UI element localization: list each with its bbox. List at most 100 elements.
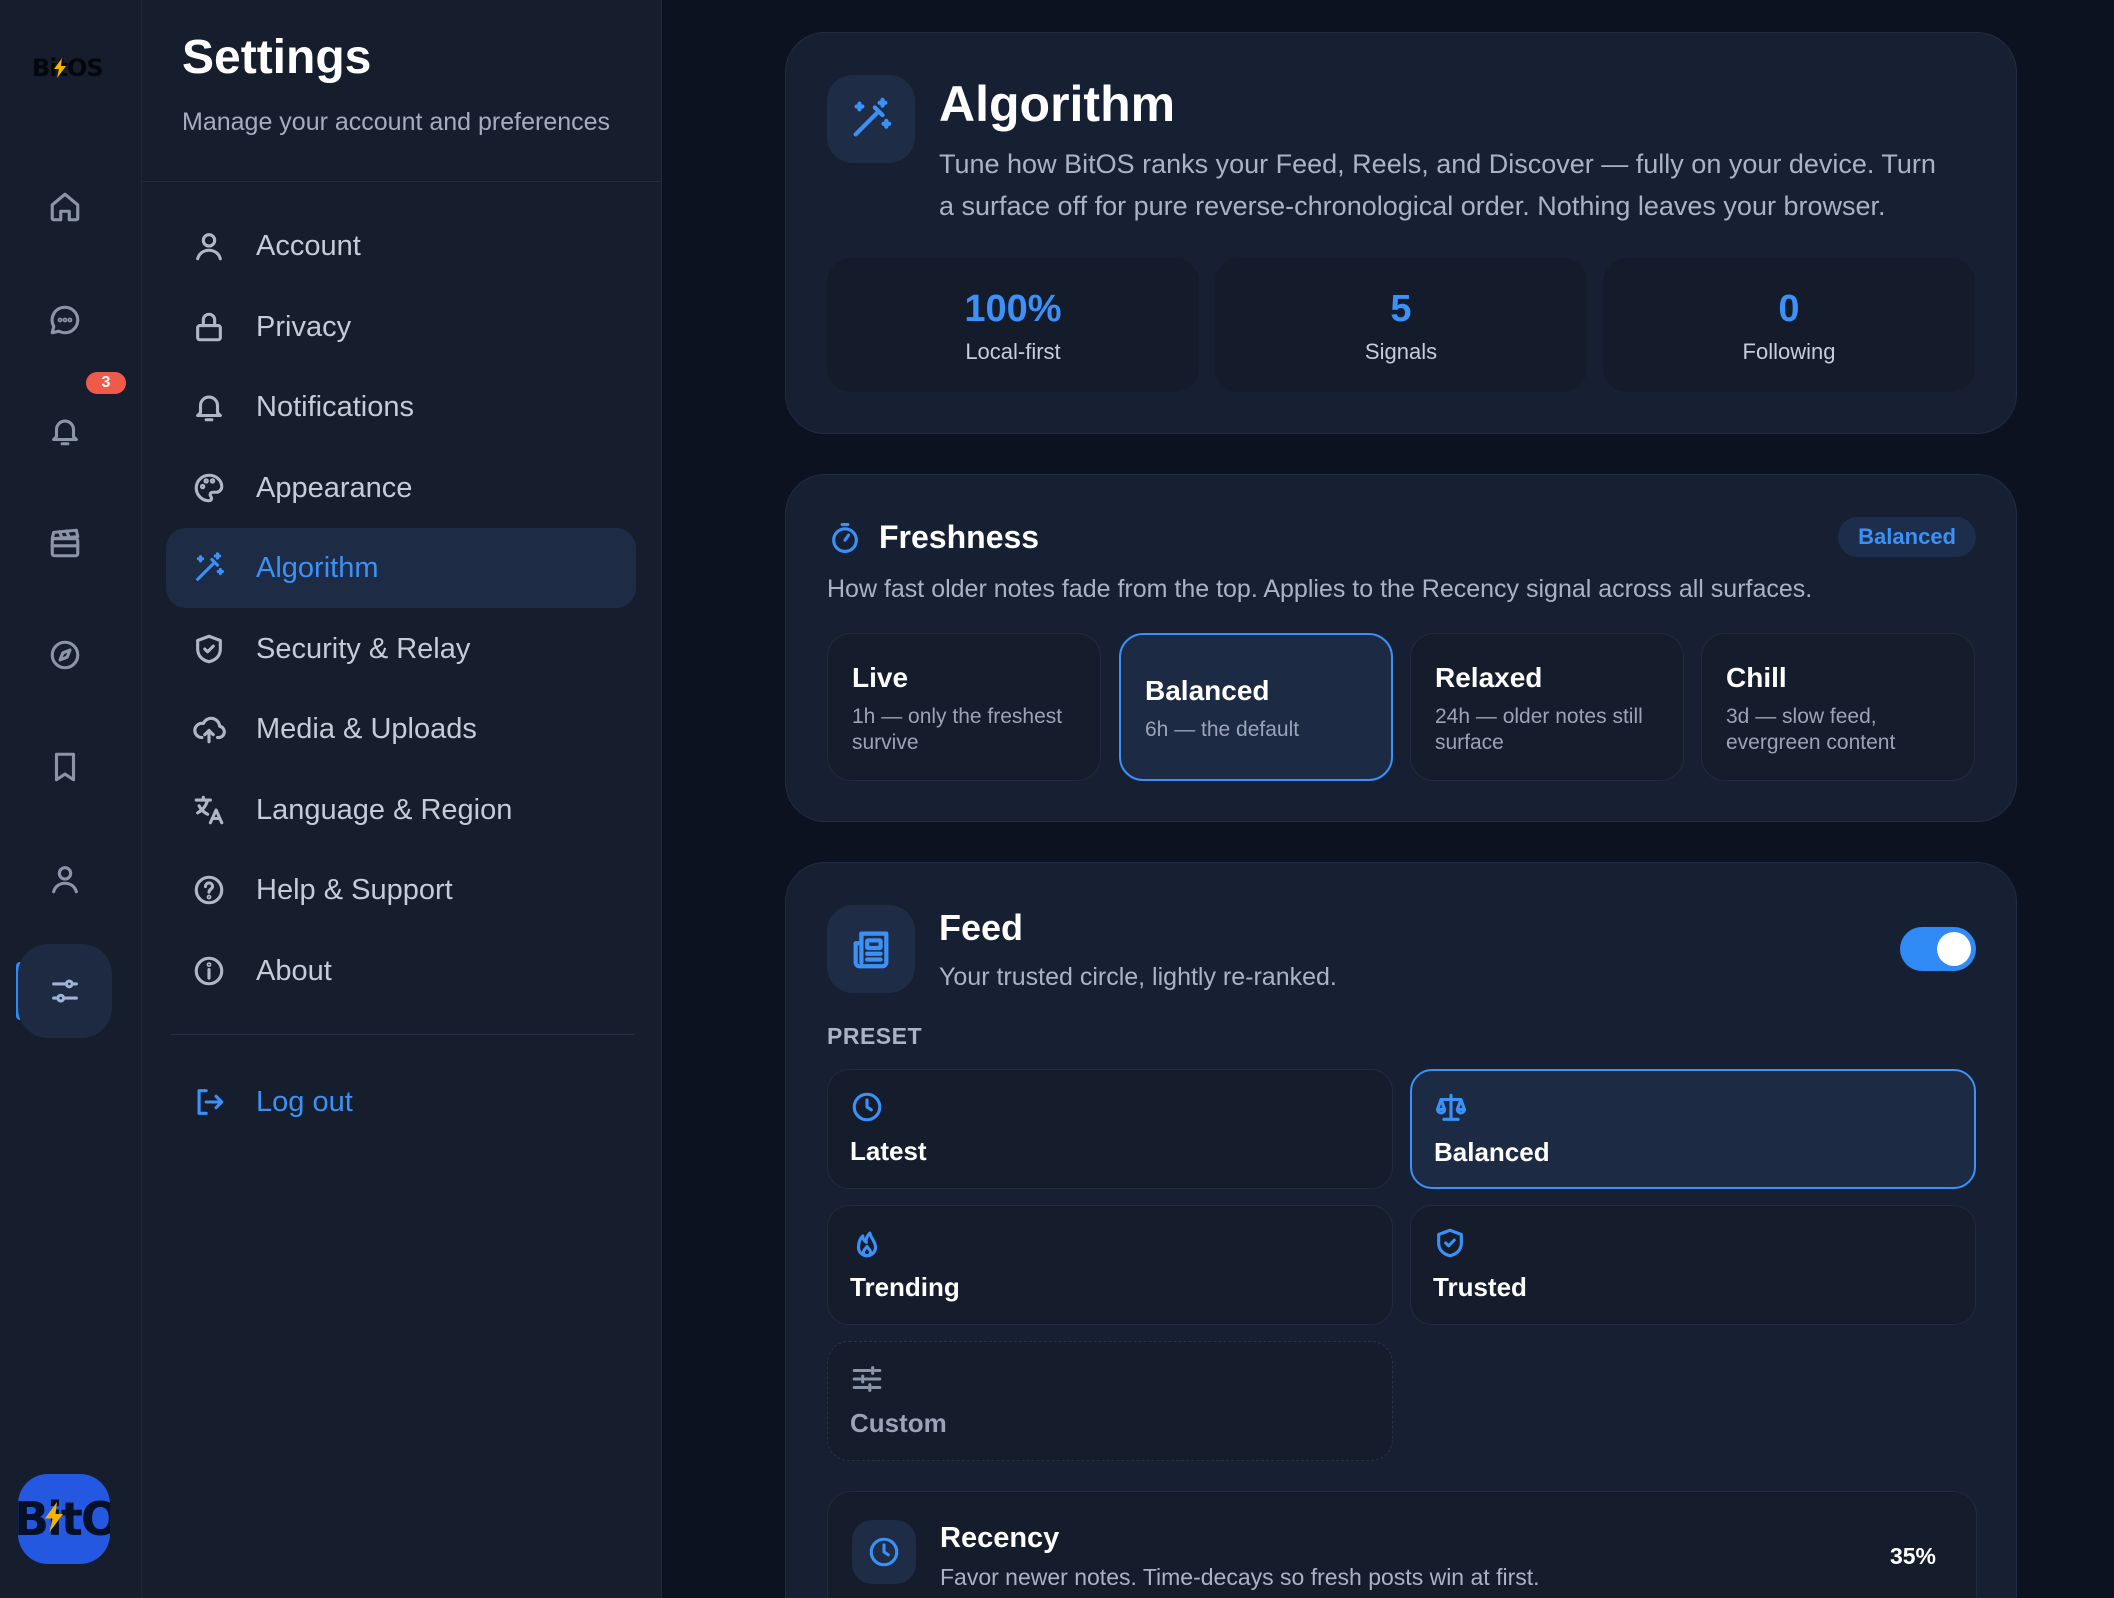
- logout-label: Log out: [256, 1085, 353, 1118]
- settings-sidebar: Settings Manage your account and prefere…: [142, 0, 662, 1598]
- algorithm-icon-tile: [827, 75, 915, 163]
- freshness-option-chill[interactable]: Chill 3d — slow feed, evergreen content: [1701, 633, 1975, 781]
- translate-icon: [194, 795, 224, 825]
- rail-bookmarks[interactable]: [34, 736, 96, 798]
- nav-privacy[interactable]: Privacy: [166, 287, 636, 367]
- stopwatch-icon: [832, 522, 858, 554]
- settings-header: Settings Manage your account and prefere…: [142, 0, 662, 182]
- info-icon: [194, 956, 224, 986]
- divider: [170, 1034, 634, 1035]
- scale-icon: [1435, 1093, 1467, 1121]
- rail-notifications[interactable]: [34, 400, 96, 462]
- freshness-description: How fast older notes fade from the top. …: [827, 575, 1813, 603]
- option-name: Live: [852, 662, 909, 693]
- nav-label: Algorithm: [256, 551, 379, 584]
- freshness-title: Freshness: [879, 519, 1040, 555]
- avatar-text: BitOS: [18, 1492, 110, 1546]
- icon-rail: BitOS 3 BitOS: [0, 0, 142, 1598]
- nav-label: Appearance: [256, 471, 413, 504]
- app-logo[interactable]: BitOS: [32, 54, 104, 84]
- algorithm-description: Tune how BitOS ranks your Feed, Reels, a…: [939, 149, 1936, 221]
- feed-subtitle: Your trusted circle, lightly re-ranked.: [939, 963, 1337, 991]
- palette-icon: [194, 473, 224, 503]
- stat-value: 100%: [964, 288, 1062, 330]
- logout-icon: [197, 1089, 224, 1115]
- page-subtitle: Manage your account and preferences: [182, 108, 611, 136]
- rail-reels[interactable]: [34, 512, 96, 574]
- nav-about[interactable]: About: [166, 931, 636, 1011]
- app-logo-text: BitOS: [32, 54, 104, 82]
- nav-label: Media & Uploads: [256, 712, 477, 745]
- rail-home[interactable]: [34, 176, 96, 238]
- newspaper-icon: [853, 931, 889, 969]
- nav-account[interactable]: Account: [166, 206, 636, 286]
- nav-label: Help & Support: [256, 873, 453, 906]
- preset-label: PRESET: [827, 1023, 923, 1049]
- freshness-badge: Balanced: [1838, 517, 1976, 557]
- nav-security-relay[interactable]: Security & Relay: [166, 609, 636, 689]
- rail-profile[interactable]: [34, 848, 96, 910]
- preset-latest[interactable]: Latest: [827, 1069, 1393, 1189]
- flame-icon: [856, 1231, 878, 1258]
- stat-label: Local-first: [965, 339, 1061, 364]
- logout-button[interactable]: Log out: [166, 1062, 636, 1142]
- feed-title: Feed: [939, 907, 1024, 948]
- rail-discover[interactable]: [34, 624, 96, 686]
- preset-trending[interactable]: Trending: [827, 1205, 1393, 1325]
- stat-label: Signals: [1364, 339, 1438, 364]
- bell-icon: [52, 419, 78, 446]
- page-title: Settings: [182, 31, 372, 84]
- freshness-option-balanced[interactable]: Balanced 6h — the default: [1119, 633, 1393, 781]
- preset-custom[interactable]: Custom: [827, 1341, 1393, 1461]
- preset-name: Latest: [850, 1136, 927, 1166]
- option-name: Chill: [1726, 662, 1787, 693]
- stat-local-first: 100% Local-first: [827, 258, 1199, 392]
- nav-algorithm[interactable]: Algorithm: [166, 528, 636, 608]
- avatar[interactable]: BitOS: [18, 1474, 110, 1564]
- lock-icon: [196, 312, 222, 342]
- feed-toggle[interactable]: [1900, 927, 1976, 971]
- nav-notifications[interactable]: Notifications: [166, 367, 636, 447]
- shield-check-icon: [1437, 1228, 1463, 1258]
- bell-icon: [196, 395, 222, 422]
- chat-icon: [50, 305, 80, 335]
- toggle-knob: [1937, 932, 1971, 966]
- stat-value: 5: [1390, 288, 1412, 330]
- sliders-icon: [852, 1366, 882, 1392]
- nav-label: Notifications: [256, 390, 414, 423]
- user-icon: [52, 866, 78, 894]
- algorithm-title: Algorithm: [939, 76, 1176, 132]
- sliders-icon: [52, 979, 78, 1003]
- magic-wand-icon: [853, 97, 892, 137]
- nav-label: Account: [256, 229, 361, 262]
- signal-recency: Recency Favor newer notes. Time-decays s…: [827, 1491, 1977, 1598]
- preset-name: Balanced: [1434, 1137, 1550, 1167]
- algorithm-card: Algorithm Tune how BitOS ranks your Feed…: [785, 32, 2017, 434]
- nav-appearance[interactable]: Appearance: [166, 448, 636, 528]
- preset-name: Trusted: [1433, 1272, 1527, 1302]
- nav-language-region[interactable]: Language & Region: [166, 770, 636, 850]
- freshness-option-relaxed[interactable]: Relaxed 24h — older notes still surface: [1410, 633, 1684, 781]
- magic-wand-icon: [196, 552, 225, 581]
- option-description: 3d — slow feed, evergreen content: [1726, 705, 1896, 754]
- preset-balanced[interactable]: Balanced: [1410, 1069, 1976, 1189]
- rail-settings[interactable]: [18, 944, 112, 1038]
- signal-icon-tile: [852, 1520, 916, 1584]
- clock-icon: [869, 1537, 899, 1567]
- shield-icon: [196, 634, 222, 664]
- option-description: 24h — older notes still surface: [1435, 705, 1643, 754]
- stat-following: 0 Following: [1603, 258, 1975, 392]
- rail-messages[interactable]: [34, 289, 96, 351]
- signal-description: Favor newer notes. Time-decays so fresh …: [940, 1564, 1540, 1590]
- nav-media-uploads[interactable]: Media & Uploads: [166, 689, 636, 769]
- option-description: 1h — only the freshest survive: [852, 705, 1063, 754]
- option-name: Balanced: [1145, 675, 1270, 706]
- freshness-option-live[interactable]: Live 1h — only the freshest survive: [827, 633, 1101, 781]
- stat-signals: 5 Signals: [1215, 258, 1587, 392]
- cloud-upload-icon: [193, 716, 226, 744]
- nav-help-support[interactable]: Help & Support: [166, 850, 636, 930]
- stat-label: Following: [1742, 339, 1836, 364]
- preset-trusted[interactable]: Trusted: [1410, 1205, 1976, 1325]
- freshness-card: Freshness Balanced How fast older notes …: [785, 474, 2017, 822]
- user-icon: [196, 233, 222, 261]
